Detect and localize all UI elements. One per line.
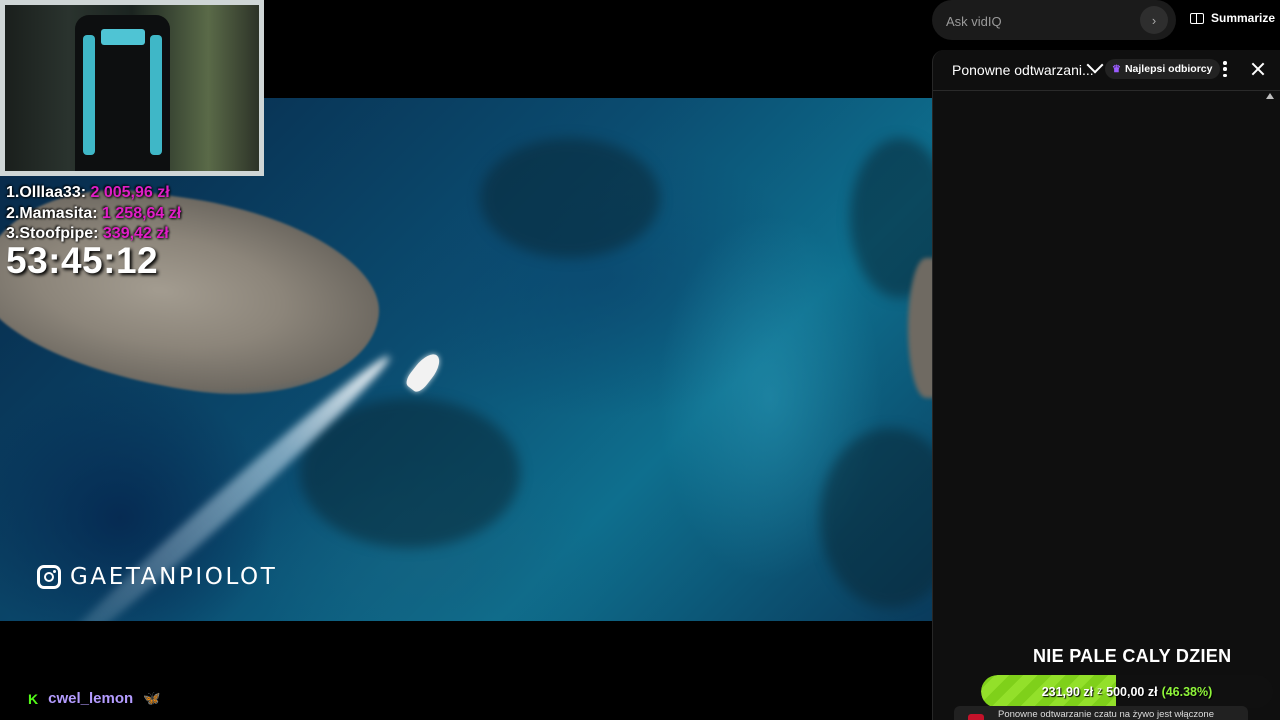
webcam-feed: [5, 5, 259, 171]
scroll-up-arrow-icon[interactable]: [1266, 93, 1274, 99]
chair-stripe: [150, 35, 162, 155]
close-icon[interactable]: [1249, 60, 1267, 78]
chair-headrest: [101, 29, 145, 45]
watermark-text: GAETANPIOLOT: [70, 564, 278, 590]
top-fans-label: Najlepsi odbiorcy: [1124, 63, 1213, 75]
summarize-label: Summarize: [1211, 11, 1276, 25]
leaderboard-name: Mamasita:: [19, 204, 98, 222]
kick-logo-icon: K: [28, 690, 39, 707]
leaderboard-rank: 2.: [6, 204, 20, 222]
live-chat-panel: Ponowne odtwarzani... ♛ Najlepsi odbiorc…: [932, 50, 1280, 720]
youtube-icon: [968, 714, 984, 720]
donation-goal-bar: 231,90 zł z 500,00 zł (46.38%): [981, 675, 1273, 708]
leaderboard-row: 2.Mamasita: 1 258,64 zł: [6, 204, 181, 225]
donation-leaderboard: 1.Olllaa33: 2 005,96 zł 2.Mamasita: 1 25…: [6, 183, 181, 245]
more-options-icon[interactable]: [1223, 61, 1227, 77]
summarize-button[interactable]: Summarize: [1190, 11, 1275, 25]
donation-goal-text: 231,90 zł z 500,00 zł (46.38%): [981, 675, 1273, 708]
instagram-icon: [37, 565, 61, 589]
leaderboard-amount: 2 005,96 zł: [90, 184, 170, 201]
chat-user-overlay: K cwel_lemon 🦋: [28, 690, 161, 707]
goal-current: 231,90 zł: [1041, 684, 1094, 699]
replay-notice-text: Ponowne odtwarzanie czatu na żywo jest w…: [998, 709, 1214, 720]
butterfly-emote-icon: 🦋: [143, 690, 161, 706]
chair-stripe: [83, 35, 95, 155]
boat: [403, 349, 445, 395]
video-frame: [0, 98, 932, 621]
replay-notice-bar: Ponowne odtwarzanie czatu na żywo jest w…: [954, 706, 1248, 720]
chat-mode-label[interactable]: Ponowne odtwarzani...: [952, 62, 1094, 78]
goal-of: z: [1097, 686, 1103, 697]
instagram-watermark: GAETANPIOLOT: [37, 564, 277, 590]
crown-icon: ♛: [1112, 63, 1121, 75]
leaderboard-row: 1.Olllaa33: 2 005,96 zł: [6, 183, 181, 204]
reef-shape: [820, 428, 932, 608]
goal-target: 500,00 zł: [1106, 684, 1158, 699]
leaderboard-amount: 1 258,64 zł: [102, 204, 182, 222]
username: cwel_lemon: [48, 690, 134, 707]
book-icon: [1190, 12, 1204, 24]
stream-timer: 53:45:12: [6, 240, 159, 281]
leaderboard-name: Olllaa33:: [19, 184, 87, 201]
ask-vidiq-bar: ›: [932, 0, 1176, 40]
webcam-overlay: [0, 0, 264, 176]
video-player[interactable]: 1.Olllaa33: 2 005,96 zł 2.Mamasita: 1 25…: [0, 0, 932, 720]
reef-shape: [480, 138, 660, 258]
ask-submit-button[interactable]: ›: [1140, 6, 1168, 34]
chat-header: Ponowne odtwarzani... ♛ Najlepsi odbiorc…: [933, 50, 1280, 91]
goal-percent: (46.38%): [1161, 684, 1213, 699]
leaderboard-rank: 1.: [6, 184, 20, 201]
top-fans-chip[interactable]: ♛ Najlepsi odbiorcy: [1105, 59, 1220, 79]
donation-goal-title: NIE PALE CALY DZIEN: [1033, 646, 1232, 666]
ask-vidiq-input[interactable]: [944, 10, 1128, 32]
